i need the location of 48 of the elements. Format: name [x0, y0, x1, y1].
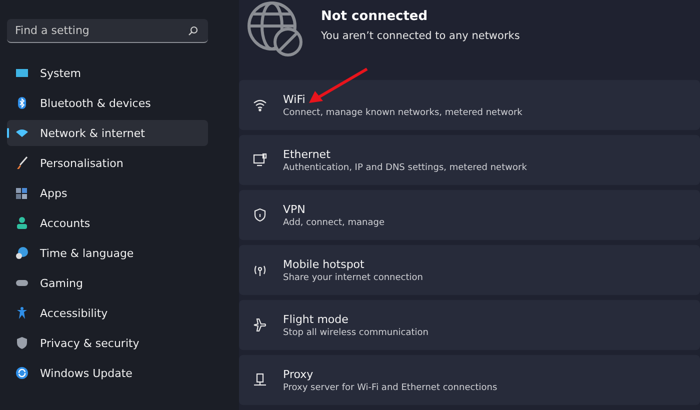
bluetooth-icon — [15, 96, 29, 110]
nav-item[interactable]: Bluetooth & devices — [7, 90, 208, 116]
setting-title: Proxy — [283, 368, 314, 380]
setting-description: Authentication, IP and DNS settings, metered network — [283, 162, 527, 172]
nav-item[interactable]: Network & internet — [7, 120, 208, 146]
setting-description: Proxy server for Wi-Fi and Ethernet connections — [283, 382, 498, 392]
status-subtitle: You aren’t connected to any networks — [321, 30, 520, 42]
nav-item[interactable]: Privacy & security — [7, 330, 208, 356]
status-title: Not connected — [321, 9, 429, 24]
nav-item[interactable]: Time & language — [7, 240, 208, 266]
setting-title: VPN — [283, 202, 306, 216]
setting-card[interactable]: Proxy Proxy server for Wi-Fi and Ethernet connections — [239, 355, 700, 405]
sync-icon — [15, 366, 29, 380]
nav-item[interactable]: Apps — [7, 180, 208, 206]
setting-card[interactable]: VPN Add, connect, manage — [239, 190, 700, 240]
antenna-icon — [253, 263, 267, 277]
setting-description: Add, connect, manage — [283, 218, 384, 228]
setting-title: Ethernet — [283, 148, 332, 160]
apps-icon — [15, 186, 29, 200]
wifi-icon — [253, 98, 267, 112]
setting-title: Mobile hotspot — [283, 258, 366, 270]
nav-item[interactable]: Windows Update — [7, 360, 208, 386]
setting-title: WiFi — [283, 92, 306, 106]
shield-icon — [253, 208, 267, 222]
nav-item[interactable]: Gaming — [7, 270, 208, 296]
setting-card[interactable]: Ethernet Authentication, IP and DNS settings, metered network — [239, 135, 700, 185]
search-field[interactable]: Find a setting — [7, 19, 208, 43]
setting-description: Connect, manage known networks, metered network — [283, 108, 522, 118]
server-icon — [253, 373, 267, 387]
brush-icon — [15, 156, 29, 170]
person-icon — [15, 216, 29, 230]
setting-card[interactable]: WiFi Connect, manage known networks, metered network — [239, 80, 700, 130]
setting-title: Flight mode — [283, 312, 350, 326]
shield-icon — [15, 336, 29, 350]
monitor-icon — [253, 153, 267, 167]
annotation-arrow — [307, 67, 369, 105]
setting-description: Stop all wireless communication — [283, 328, 428, 338]
monitor-icon — [15, 66, 29, 80]
setting-description: Share your internet connection — [283, 272, 423, 282]
search-icon — [188, 26, 198, 36]
accessibility-icon — [15, 306, 29, 320]
nav-item[interactable]: Personalisation — [7, 150, 208, 176]
nav-item[interactable]: System — [7, 60, 208, 86]
nav-item[interactable]: Accounts — [7, 210, 208, 236]
airplane-icon — [253, 318, 267, 332]
nav-item[interactable]: Accessibility — [7, 300, 208, 326]
setting-card[interactable]: Flight mode Stop all wireless communication — [239, 300, 700, 350]
setting-card[interactable]: Mobile hotspot Share your internet connection — [239, 245, 700, 295]
